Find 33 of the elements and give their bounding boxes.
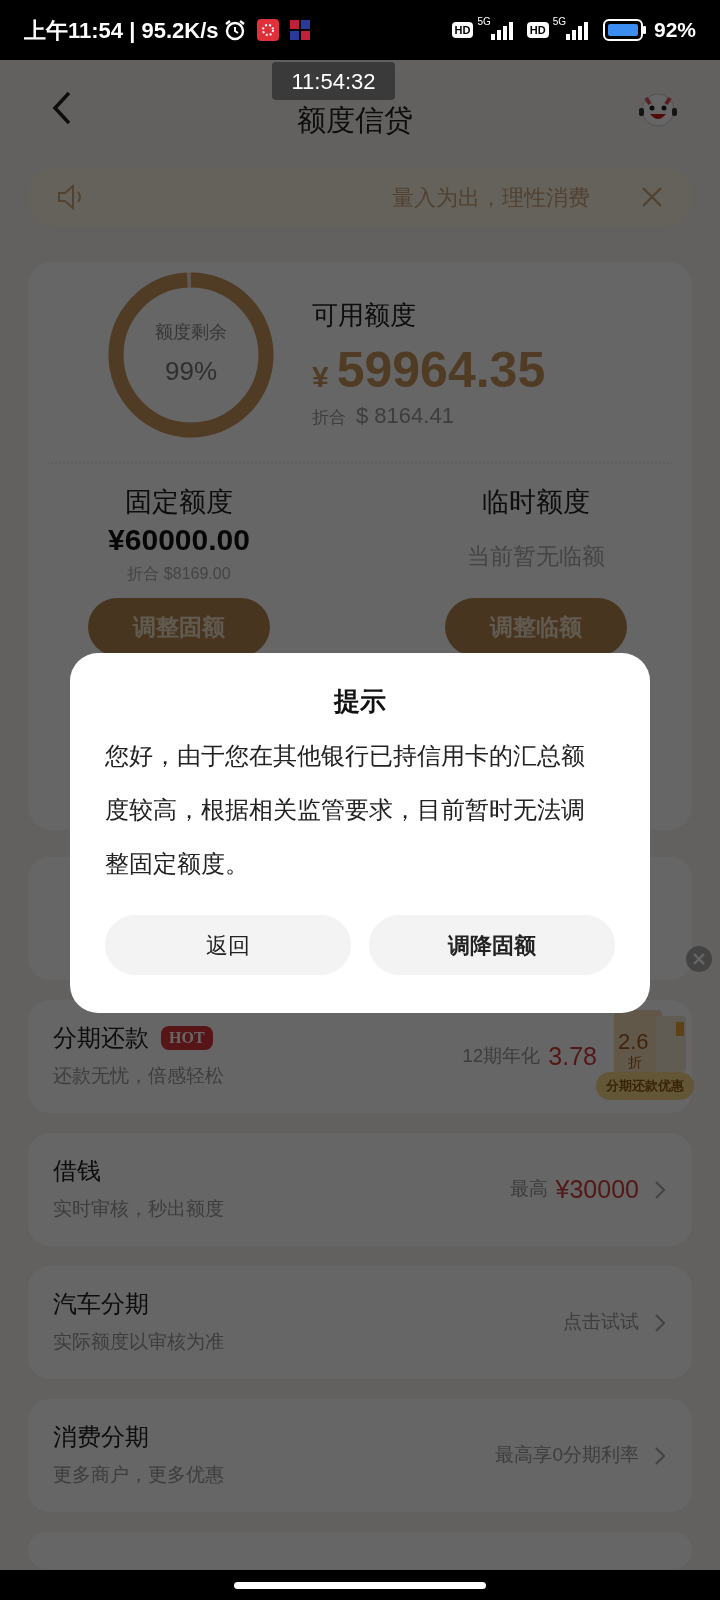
hd-badge: HD — [451, 22, 474, 38]
row-highlight: ¥30000 — [555, 1173, 639, 1205]
dialog-message: 您好，由于您在其他银行已持信用卡的汇总额度较高，根据相关监管要求，目前暂时无法调整固定额度。 — [105, 741, 586, 879]
row-title: 借钱 — [53, 1156, 101, 1187]
row-title: 分期还款 — [53, 1023, 149, 1054]
credit-label: 固定额度 — [125, 486, 233, 519]
battery-percent: 92% — [653, 17, 696, 44]
credit-label: 临时额度 — [482, 486, 590, 519]
network-label: 5G — [552, 16, 566, 28]
available-label: 可用额度 — [312, 299, 417, 332]
app-icon — [256, 19, 279, 41]
fixed-amount: ¥60000.00 — [108, 522, 250, 558]
dialog-button[interactable]: 返回 — [105, 915, 351, 975]
dialog-button[interactable]: 调降固额 — [369, 915, 615, 975]
hot-badge: HOT — [161, 1026, 213, 1051]
network-label: 5G — [477, 16, 491, 28]
battery-icon — [601, 18, 648, 42]
app-icon — [288, 19, 311, 41]
close-icon[interactable] — [685, 945, 713, 973]
row-highlight: 3.78 — [548, 1040, 597, 1072]
discount-unit: 折 — [628, 1054, 642, 1070]
hd-badge: HD — [526, 22, 549, 38]
home-indicator[interactable] — [234, 1581, 486, 1589]
time-overlay: 11:54:32 — [272, 62, 395, 100]
page-title: 额度信贷 — [297, 104, 413, 135]
available-amount: 59964.35 — [336, 341, 546, 399]
currency-symbol: ¥ — [312, 359, 329, 395]
dialog-title: 提示 — [334, 685, 386, 718]
row-title: 消费分期 — [53, 1422, 149, 1453]
close-icon[interactable] — [640, 185, 664, 209]
status-time: 上午11:54 | 95.2K/s — [24, 16, 219, 45]
discount-value: 2.6 — [618, 1030, 649, 1054]
row-title: 汽车分期 — [53, 1289, 149, 1320]
